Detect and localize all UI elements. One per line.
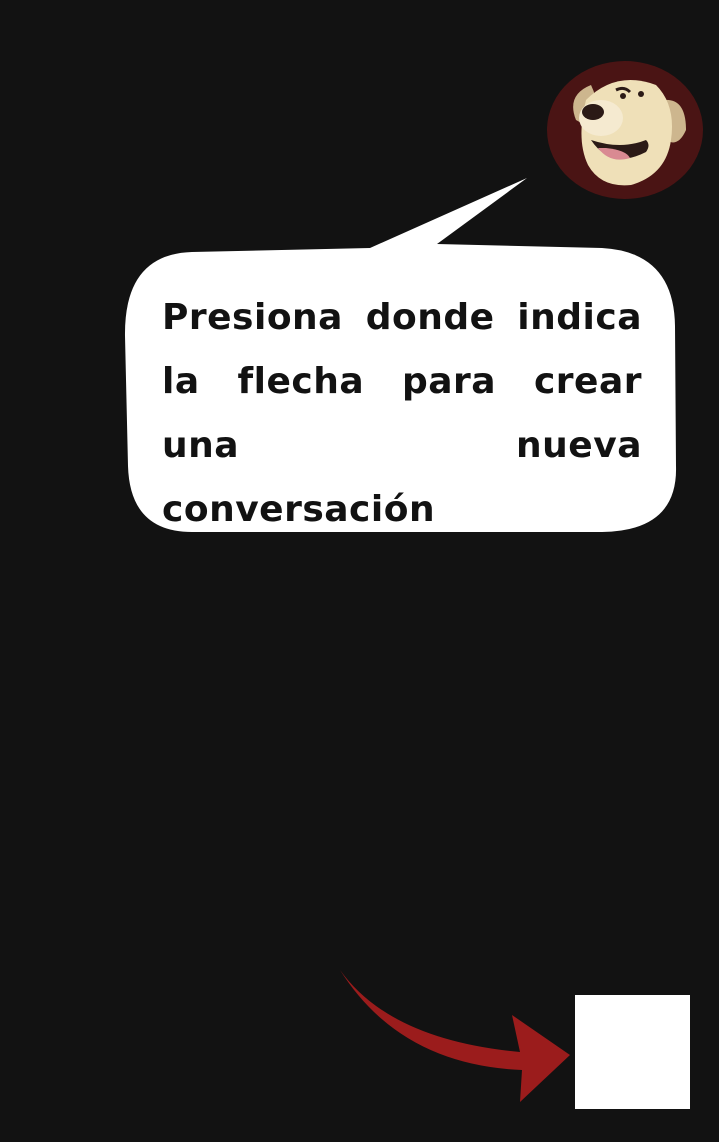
tutorial-message: Presiona donde indica la flecha para cre… [162, 297, 642, 530]
curved-arrow-icon [340, 970, 570, 1102]
speech-bubble: Presiona donde indica la flecha para cre… [122, 176, 677, 536]
tutorial-screen: Presiona donde indica la flecha para cre… [0, 0, 719, 1142]
new-conversation-button[interactable] [575, 995, 690, 1109]
